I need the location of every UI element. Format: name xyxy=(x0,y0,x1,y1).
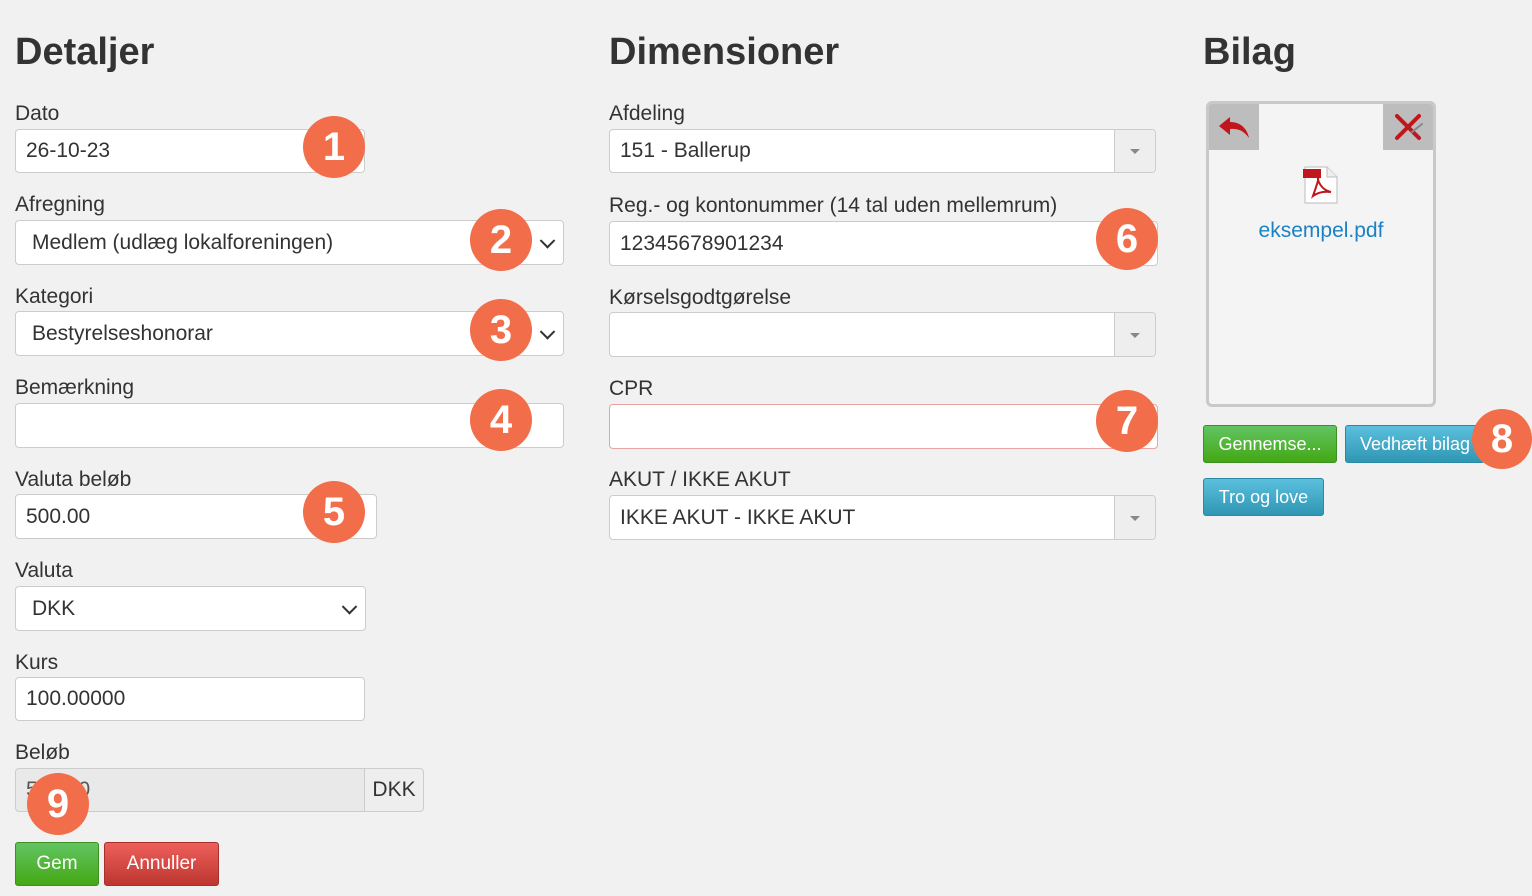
marker-badge: 6 xyxy=(1096,208,1158,270)
currency-value: DKK xyxy=(32,596,76,620)
settlement-value: Medlem (udlæg lokalforeningen) xyxy=(32,230,334,254)
remark-label: Bemærkning xyxy=(15,376,135,399)
chevron-down-icon xyxy=(539,323,556,340)
cpr-label: CPR xyxy=(609,377,654,400)
undo-button[interactable] xyxy=(1209,104,1259,150)
account-input[interactable]: 12345678901234 xyxy=(609,221,1158,266)
dropdown-arrow-icon xyxy=(1114,130,1155,172)
mileage-label: Kørselsgodtgørelse xyxy=(609,286,792,309)
browse-button[interactable]: Gennemse... xyxy=(1203,425,1337,463)
details-title: Detaljer xyxy=(15,31,155,73)
dropdown-arrow-icon xyxy=(1114,313,1155,356)
marker-badge: 5 xyxy=(303,481,365,543)
currency-select[interactable]: DKK xyxy=(15,586,366,631)
chevron-down-icon xyxy=(539,232,556,249)
urgency-label: AKUT / IKKE AKUT xyxy=(609,468,791,491)
delete-button[interactable] xyxy=(1383,104,1433,150)
marker-badge: 9 xyxy=(27,773,89,835)
department-value: 151 - Ballerup xyxy=(620,139,751,162)
department-label: Afdeling xyxy=(609,102,685,125)
category-label: Kategori xyxy=(15,285,94,308)
date-label: Dato xyxy=(15,102,60,125)
attachment-file-link[interactable]: eksempel.pdf xyxy=(1209,219,1433,243)
faith-and-honor-button[interactable]: Tro og love xyxy=(1203,478,1324,516)
attach-file-button[interactable]: Vedhæft bilag xyxy=(1345,425,1485,463)
attachment-thumbnail: eksempel.pdf xyxy=(1206,101,1436,407)
chevron-down-icon xyxy=(341,598,358,615)
settlement-label: Afregning xyxy=(15,193,105,216)
marker-badge: 7 xyxy=(1096,390,1158,452)
cpr-input[interactable] xyxy=(609,404,1158,449)
marker-badge: 8 xyxy=(1472,409,1532,469)
department-select[interactable]: 151 - Ballerup xyxy=(609,129,1156,173)
currency-label: Valuta xyxy=(15,559,73,582)
marker-badge: 1 xyxy=(303,116,365,178)
dropdown-arrow-icon xyxy=(1114,496,1155,539)
save-button[interactable]: Gem xyxy=(15,842,99,886)
attachment-title: Bilag xyxy=(1203,31,1296,73)
delete-x-icon xyxy=(1395,114,1423,140)
urgency-value: IKKE AKUT - IKKE AKUT xyxy=(620,505,856,529)
amount-currency-addon: DKK xyxy=(364,768,424,812)
pdf-file-icon xyxy=(1303,166,1338,204)
rate-input[interactable]: 100.00000 xyxy=(15,677,365,721)
undo-arrow-icon xyxy=(1219,117,1249,138)
dimensions-title: Dimensioner xyxy=(609,31,840,73)
account-label: Reg.- og kontonummer (14 tal uden mellem… xyxy=(609,194,1058,217)
marker-badge: 3 xyxy=(470,299,532,361)
mileage-select[interactable] xyxy=(609,312,1156,357)
cancel-button[interactable]: Annuller xyxy=(104,842,219,886)
currency-amount-label: Valuta beløb xyxy=(15,468,132,491)
category-value: Bestyrelseshonorar xyxy=(32,321,213,345)
marker-badge: 2 xyxy=(470,209,532,271)
rate-label: Kurs xyxy=(15,651,59,674)
urgency-select[interactable]: IKKE AKUT - IKKE AKUT xyxy=(609,495,1156,540)
marker-badge: 4 xyxy=(470,389,532,451)
amount-label: Beløb xyxy=(15,741,70,764)
